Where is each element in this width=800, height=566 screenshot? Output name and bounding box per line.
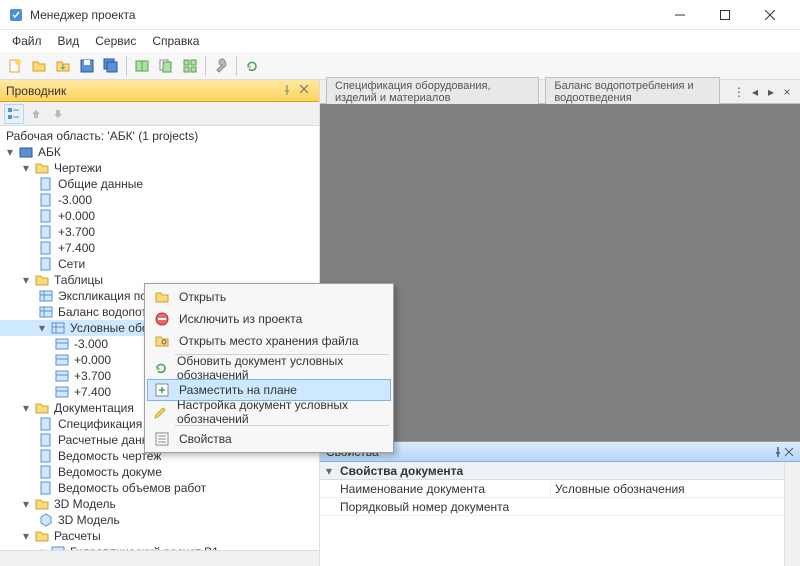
- toolbar-layers-icon[interactable]: [131, 55, 153, 77]
- explorer-down-icon[interactable]: [48, 104, 68, 124]
- table-icon: [54, 368, 70, 384]
- doc-icon: [38, 416, 54, 432]
- doc-icon: [38, 480, 54, 496]
- cube-icon: [38, 512, 54, 528]
- properties-icon: [153, 430, 171, 448]
- document-icon: [38, 224, 54, 240]
- menu-help[interactable]: Справка: [144, 32, 207, 50]
- tree-h-scrollbar[interactable]: [0, 550, 319, 566]
- explorer-header: Проводник: [0, 80, 319, 102]
- toolbar-open-icon[interactable]: [28, 55, 50, 77]
- explorer-up-icon[interactable]: [26, 104, 46, 124]
- project-icon: [18, 144, 34, 160]
- table-icon: [54, 384, 70, 400]
- tree-lvl-37[interactable]: +3.700: [0, 224, 319, 240]
- tree-calcs[interactable]: ▾Расчеты: [0, 528, 319, 544]
- toolbar-tile-icon[interactable]: [179, 55, 201, 77]
- doc-tab-spec[interactable]: Спецификация оборудования, изделий и мат…: [326, 77, 539, 107]
- tree-abk[interactable]: ▾АБК: [0, 144, 319, 160]
- tree-sheet-vol[interactable]: Ведомость объемов работ: [0, 480, 319, 496]
- doc-icon: [38, 432, 54, 448]
- menu-view[interactable]: Вид: [50, 32, 88, 50]
- tree-lvl-0[interactable]: +0.000: [0, 208, 319, 224]
- toolbar-saveall-icon[interactable]: [100, 55, 122, 77]
- close-panel-icon[interactable]: [299, 84, 313, 98]
- folder-open-icon: [34, 528, 50, 544]
- document-icon: [38, 256, 54, 272]
- explorer-tree-mode-icon[interactable]: [4, 104, 24, 124]
- toolbar-copy-icon[interactable]: [155, 55, 177, 77]
- doc-nav-prev-icon[interactable]: ◂: [748, 85, 762, 99]
- close-button[interactable]: [747, 1, 792, 29]
- tree-nets[interactable]: Сети: [0, 256, 319, 272]
- props-row-name[interactable]: Наименование документаУсловные обозначен…: [320, 480, 784, 498]
- table-icon: [50, 320, 66, 336]
- doc-nav-menu-icon[interactable]: ⋮: [732, 85, 746, 99]
- tree-workspace[interactable]: Рабочая область: 'АБК' (1 projects): [0, 128, 319, 144]
- tree-drawings[interactable]: ▾Чертежи: [0, 160, 319, 176]
- table-icon: [54, 352, 70, 368]
- tree-lvl-m3[interactable]: -3.000: [0, 192, 319, 208]
- table-icon: [54, 336, 70, 352]
- toolbar-wrench-icon[interactable]: [210, 55, 232, 77]
- document-icon: [38, 208, 54, 224]
- tree-model3d-item[interactable]: 3D Модель: [0, 512, 319, 528]
- cm-update-legend[interactable]: Обновить документ условных обозначений: [147, 357, 391, 379]
- document-icon: [38, 240, 54, 256]
- explorer-toolbar: [0, 102, 319, 126]
- cm-setup-legend[interactable]: Настройка документ условных обозначений: [147, 401, 391, 423]
- exclude-icon: [153, 310, 171, 328]
- open-icon: [153, 288, 171, 306]
- doc-nav-next-icon[interactable]: ▸: [764, 85, 778, 99]
- context-menu: Открыть Исключить из проекта Открыть мес…: [144, 283, 394, 453]
- doc-icon: [38, 464, 54, 480]
- explorer-title: Проводник: [6, 84, 277, 98]
- cm-open-location[interactable]: Открыть место хранения файла: [147, 330, 391, 352]
- edit-icon: [153, 403, 169, 421]
- folder-open-icon: [34, 160, 50, 176]
- folder-search-icon: [153, 332, 171, 350]
- app-icon: [8, 7, 24, 23]
- menu-service[interactable]: Сервис: [87, 32, 144, 50]
- folder-open-icon: [34, 400, 50, 416]
- toolbar-refresh-icon[interactable]: [241, 55, 263, 77]
- menubar: Файл Вид Сервис Справка: [0, 30, 800, 52]
- tree-sheet-docs[interactable]: Ведомость докуме: [0, 464, 319, 480]
- props-v-scrollbar[interactable]: [784, 462, 800, 566]
- document-icon: [38, 176, 54, 192]
- toolbar-import-icon[interactable]: [52, 55, 74, 77]
- window-title: Менеджер проекта: [30, 8, 657, 22]
- properties-panel: Свойства ▾Свойства документа Наименовани…: [320, 441, 800, 566]
- tree-model3d[interactable]: ▾3D Модель: [0, 496, 319, 512]
- props-row-order[interactable]: Порядковый номер документа: [320, 498, 784, 516]
- close-panel-icon[interactable]: [784, 447, 794, 457]
- refresh-icon: [153, 359, 169, 377]
- cm-exclude[interactable]: Исключить из проекта: [147, 308, 391, 330]
- place-icon: [153, 381, 171, 399]
- folder-open-icon: [34, 496, 50, 512]
- table-icon: [38, 304, 54, 320]
- titlebar: Менеджер проекта: [0, 0, 800, 30]
- doc-nav-close-icon[interactable]: ×: [780, 85, 794, 99]
- minimize-button[interactable]: [657, 1, 702, 29]
- pin-icon[interactable]: [772, 446, 784, 458]
- cm-properties[interactable]: Свойства: [147, 428, 391, 450]
- cm-open[interactable]: Открыть: [147, 286, 391, 308]
- table-icon: [38, 288, 54, 304]
- tree-general-data[interactable]: Общие данные: [0, 176, 319, 192]
- tree-lvl-74[interactable]: +7.400: [0, 240, 319, 256]
- doc-icon: [38, 448, 54, 464]
- pin-icon[interactable]: [281, 84, 295, 98]
- document-icon: [38, 192, 54, 208]
- menu-file[interactable]: Файл: [4, 32, 50, 50]
- document-tabs: Спецификация оборудования, изделий и мат…: [320, 80, 800, 104]
- props-group-document[interactable]: ▾Свойства документа: [320, 462, 784, 480]
- maximize-button[interactable]: [702, 1, 747, 29]
- folder-open-icon: [34, 272, 50, 288]
- toolbar-save-icon[interactable]: [76, 55, 98, 77]
- doc-tab-balance[interactable]: Баланс водопотребления и водоотведения: [545, 77, 720, 107]
- toolbar-new-icon[interactable]: [4, 55, 26, 77]
